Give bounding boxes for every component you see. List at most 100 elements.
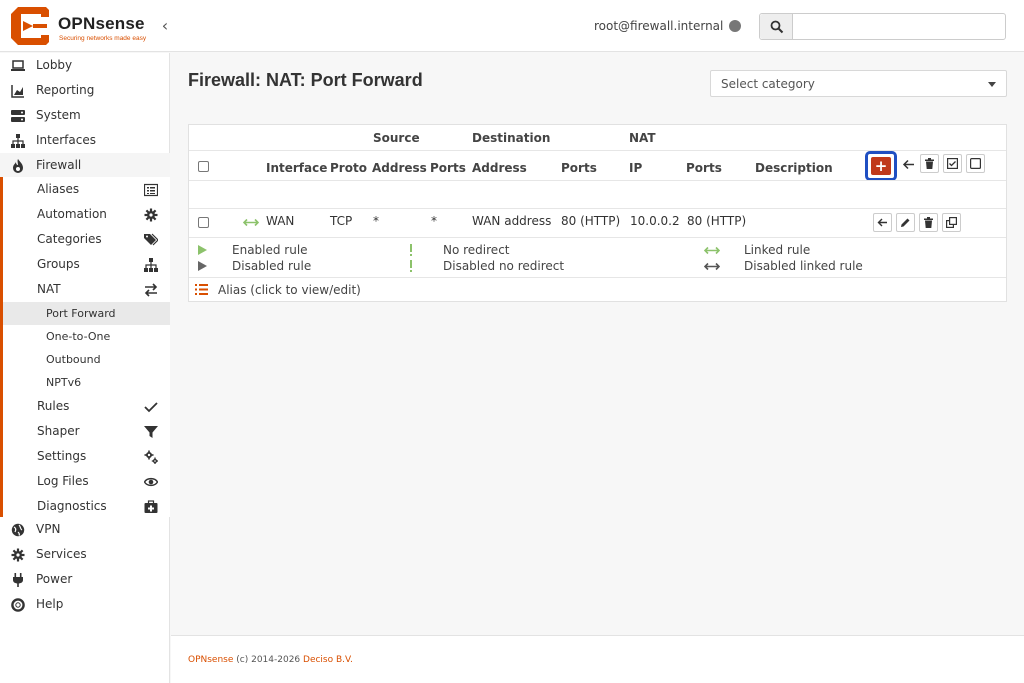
sidebar-item-groups[interactable]: Groups [3,252,170,277]
column-header-destination-ports[interactable]: Ports [561,161,597,175]
opnsense-logo-mark [11,7,49,45]
sidebar-item-power[interactable]: Power [0,567,170,592]
sidebar-item-label: Services [36,547,87,561]
sidebar-item-aliases[interactable]: Aliases [3,177,170,202]
table-row[interactable]: WAN TCP * * WAN address 80 (HTTP) 10.0.0… [189,209,1006,237]
sidebar-item-shaper[interactable]: Shaper [3,419,170,444]
sidebar-item-label: NPTv6 [46,376,82,389]
legend-disabled-rule: Disabled rule [232,259,312,273]
cell-nat-ports: 80 (HTTP) [687,214,747,228]
column-header-source-address[interactable]: Address [372,161,427,175]
sidebar-item-automation[interactable]: Automation [3,202,170,227]
category-select[interactable]: Select category [710,70,1007,97]
legend-enabled-rule: Enabled rule [232,243,308,257]
sidebar-item-label: Lobby [36,58,73,72]
sidebar-item-help[interactable]: Help [0,592,170,617]
cogs-icon [144,450,158,464]
cell-source-ports: * [431,214,437,228]
sidebar-item-categories[interactable]: Categories [3,227,170,252]
medkit-icon [144,500,158,513]
sidebar-item-label: Settings [37,449,87,463]
column-header-description[interactable]: Description [755,161,833,175]
plug-icon [13,573,23,587]
cell-source-address: * [373,214,379,228]
trash-icon [924,217,933,228]
status-indicator[interactable] [729,20,741,32]
sidebar-item-lobby[interactable]: Lobby [0,53,170,78]
sidebar-item-label: Categories [37,232,102,246]
trash-icon [925,158,934,169]
sidebar-item-diagnostics[interactable]: Diagnostics [3,494,170,519]
select-all-checkbox[interactable] [198,161,209,172]
column-header-nat-ip[interactable]: IP [629,161,642,175]
move-selected-button[interactable] [898,154,917,173]
laptop-icon [11,60,25,71]
column-header-destination-address[interactable]: Address [472,161,527,175]
legend-linked-rule: Linked rule [744,243,811,257]
sidebar-item-vpn[interactable]: VPN [0,517,170,542]
sidebar-item-rules[interactable]: Rules [3,394,170,419]
exchange-icon [144,283,158,297]
delete-selected-button[interactable] [920,154,939,173]
row-checkbox[interactable] [198,217,209,228]
brand-tagline: Securing networks made easy [59,35,147,42]
sidebar-item-label: Firewall [36,158,82,172]
sidebar-item-firewall[interactable]: Firewall [0,153,170,178]
row-delete-button[interactable] [919,213,938,232]
disable-selected-button[interactable] [966,154,985,173]
sidebar-item-label: Power [36,572,73,586]
search-icon [770,20,784,34]
sidebar-item-label: Shaper [37,424,80,438]
search-button[interactable] [760,14,793,39]
sidebar-item-interfaces[interactable]: Interfaces [0,128,170,153]
sidebar-item-log-files[interactable]: Log Files [3,469,170,494]
plus-icon: + [871,157,891,175]
footer-company-link[interactable]: Deciso B.V. [303,655,353,665]
row-clone-button[interactable] [942,213,961,232]
sidebar-item-label: Outbound [46,353,101,366]
clone-icon [946,217,957,228]
play-enabled-icon [198,245,207,255]
sidebar-item-services[interactable]: Services [0,542,170,567]
current-user[interactable]: root@firewall.internal [594,19,723,33]
sidebar-collapse-button[interactable]: ‹ [157,16,173,36]
column-header-nat-ports[interactable]: Ports [686,161,722,175]
legend-disabled-linked-rule: Disabled linked rule [744,259,863,273]
top-bar: OPNsense Securing networks made easy ‹ r… [0,0,1024,52]
pencil-icon [901,218,910,227]
add-rule-button[interactable]: + [865,151,897,181]
sidebar-item-label: VPN [36,522,61,536]
eye-icon [144,477,158,487]
column-header-source-ports[interactable]: Ports [430,161,466,175]
sidebar-item-port-forward[interactable]: Port Forward [3,302,170,325]
row-move-button[interactable] [873,213,892,232]
sidebar-item-nat[interactable]: NAT [3,277,170,302]
sidebar-item-one-to-one[interactable]: One-to-One [3,325,170,348]
sidebar-item-reporting[interactable]: Reporting [0,78,170,103]
sidebar-item-outbound[interactable]: Outbound [3,348,170,371]
sidebar: Lobby Reporting System Interfaces Firewa… [0,53,170,683]
column-header-proto[interactable]: Proto [330,161,367,175]
sidebar-item-label: Aliases [37,182,80,196]
row-edit-button[interactable] [896,213,915,232]
arrow-left-icon [877,218,887,227]
area-chart-icon [11,85,24,98]
sidebar-item-label: Reporting [36,83,95,97]
linked-rule-icon [243,218,259,227]
enable-selected-button[interactable] [943,154,962,173]
cell-destination-address[interactable]: WAN address [472,214,551,228]
sidebar-item-system[interactable]: System [0,103,170,128]
column-group-destination: Destination [472,131,551,145]
footer-product-link[interactable]: OPNsense [188,655,233,665]
column-group-nat: NAT [629,131,656,145]
life-ring-icon [11,598,25,612]
search-input[interactable] [794,14,1004,39]
check-icon [144,402,158,413]
divider [189,180,1006,181]
sidebar-item-label: Help [36,597,64,611]
sidebar-item-nptv6[interactable]: NPTv6 [3,371,170,394]
column-header-interface[interactable]: Interface [266,161,327,175]
opnsense-logo[interactable]: OPNsense Securing networks made easy [9,5,151,47]
cell-interface: WAN [266,214,295,228]
sidebar-item-settings[interactable]: Settings [3,444,170,469]
